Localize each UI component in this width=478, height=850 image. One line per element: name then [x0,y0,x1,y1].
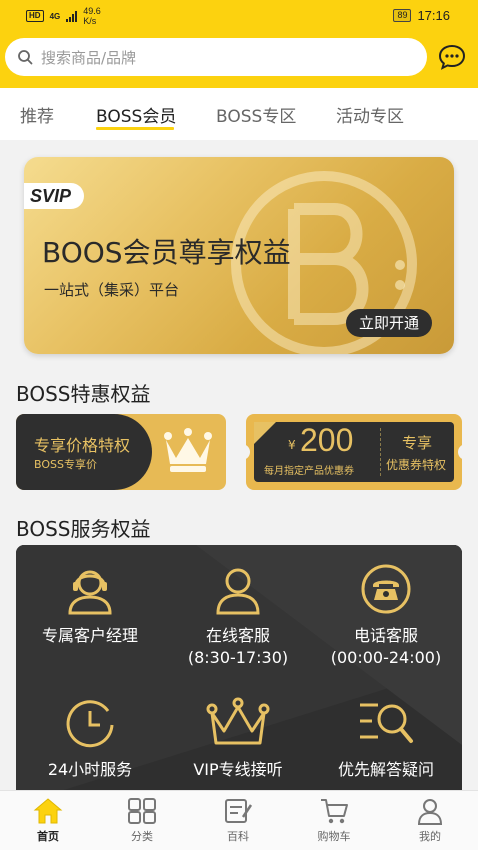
coupon-ribbon [254,422,276,444]
coupon-desc: 每月指定产品优惠券 [264,466,354,477]
tab-activity-zone[interactable]: 活动专区 [336,102,404,127]
service-label: 电话客服 [353,626,418,645]
nav-cart[interactable]: 购物车 [294,797,374,844]
tab-active-indicator [96,127,174,130]
service-priority-answers[interactable]: 优先解答疑问 [312,697,460,781]
hd-badge: HD [26,10,44,22]
network-speed: 49.6 K/s [83,6,101,26]
clock: 17:16 [417,8,450,23]
tab-boss-zone[interactable]: BOSS专区 [216,102,296,127]
nav-home[interactable]: 首页 [8,797,88,844]
price-privilege-card[interactable]: 专享价格特权 BOSS专享价 [16,414,226,490]
search-icon [18,50,33,65]
price-card-subtitle: BOSS专享价 [34,458,97,471]
coupon-right-title: 专享 [402,434,433,452]
price-card-title: 专享价格特权 [34,436,131,455]
service-phone-support[interactable]: 电话客服 (00:00-24:00) [312,563,460,669]
encyclopedia-icon [225,799,253,823]
service-label: VIP专线接听 [193,760,283,779]
clock-icon [66,700,114,748]
nav-profile[interactable]: 我的 [390,797,470,844]
nav-category[interactable]: 分类 [102,797,182,844]
service-online-support[interactable]: 在线客服 (8:30-17:30) [164,563,312,669]
search-placeholder: 搜索商品/品牌 [41,48,137,67]
coupon-privilege-card[interactable]: ¥ 200 每月指定产品优惠券 专享 优惠券特权 [242,414,466,490]
search-input[interactable]: 搜索商品/品牌 [5,38,427,76]
tab-recommend[interactable]: 推荐 [20,102,54,127]
network-type: 4G [49,11,61,21]
crown-outline-icon [206,697,270,745]
service-vip-line[interactable]: VIP专线接听 [164,697,312,781]
profile-icon [417,799,443,825]
service-label: 专属客户经理 [41,626,138,645]
benefits-section-title: BOSS特惠权益 [16,382,151,406]
activate-now-button[interactable]: 立即开通 [346,309,432,337]
crown-icon [164,428,212,472]
list-search-icon [360,703,413,743]
status-bar: HD 4G 49.6 K/s 89 17:16 [0,0,478,32]
tab-bar: 推荐 BOSS会员 BOSS专区 活动专区 [0,88,478,140]
banner-title: BOOS会员尊享权益 [42,236,291,269]
tab-boss-member[interactable]: BOSS会员 [96,102,176,127]
service-label: 24小时服务 [47,760,133,779]
signal-icon [66,10,78,22]
cart-icon [321,799,348,824]
coupon-currency: ¥ [288,438,296,452]
service-account-manager[interactable]: 专属客户经理 [16,563,164,647]
app-header: HD 4G 49.6 K/s 89 17:16 搜索商品/品牌 [0,0,478,88]
user-icon [216,568,260,615]
telephone-icon [361,564,411,614]
service-hours: (8:30-17:30) [187,648,289,667]
service-hours: (00:00-24:00) [330,648,442,667]
service-label: 优先解答疑问 [337,760,434,779]
service-label: 在线客服 [205,626,270,645]
service-24h[interactable]: 24小时服务 [16,697,164,781]
nav-encyclopedia[interactable]: 百科 [198,797,278,844]
headset-agent-icon [68,570,112,615]
svip-banner[interactable]: SVIP BOOS会员尊享权益 一站式（集采）平台 立即开通 [24,157,454,354]
banner-subtitle: 一站式（集采）平台 [44,281,180,299]
services-panel: 专属客户经理 在线客服 (8:30-17:30) 电话客服 (00:00-24:… [16,545,462,805]
coupon-ticket: ¥ 200 每月指定产品优惠券 专享 优惠券特权 [254,422,454,482]
category-icon [128,798,156,824]
home-icon [33,798,63,824]
coupon-amount: 200 [300,422,354,458]
bottom-nav: 首页 分类 百科 购物车 我的 [0,790,478,850]
message-icon[interactable] [438,44,466,70]
battery-icon: 89 [393,9,412,22]
coupon-right-subtitle: 优惠券特权 [386,458,447,472]
services-section-title: BOSS服务权益 [16,517,151,541]
svip-tag: SVIP [24,183,84,209]
